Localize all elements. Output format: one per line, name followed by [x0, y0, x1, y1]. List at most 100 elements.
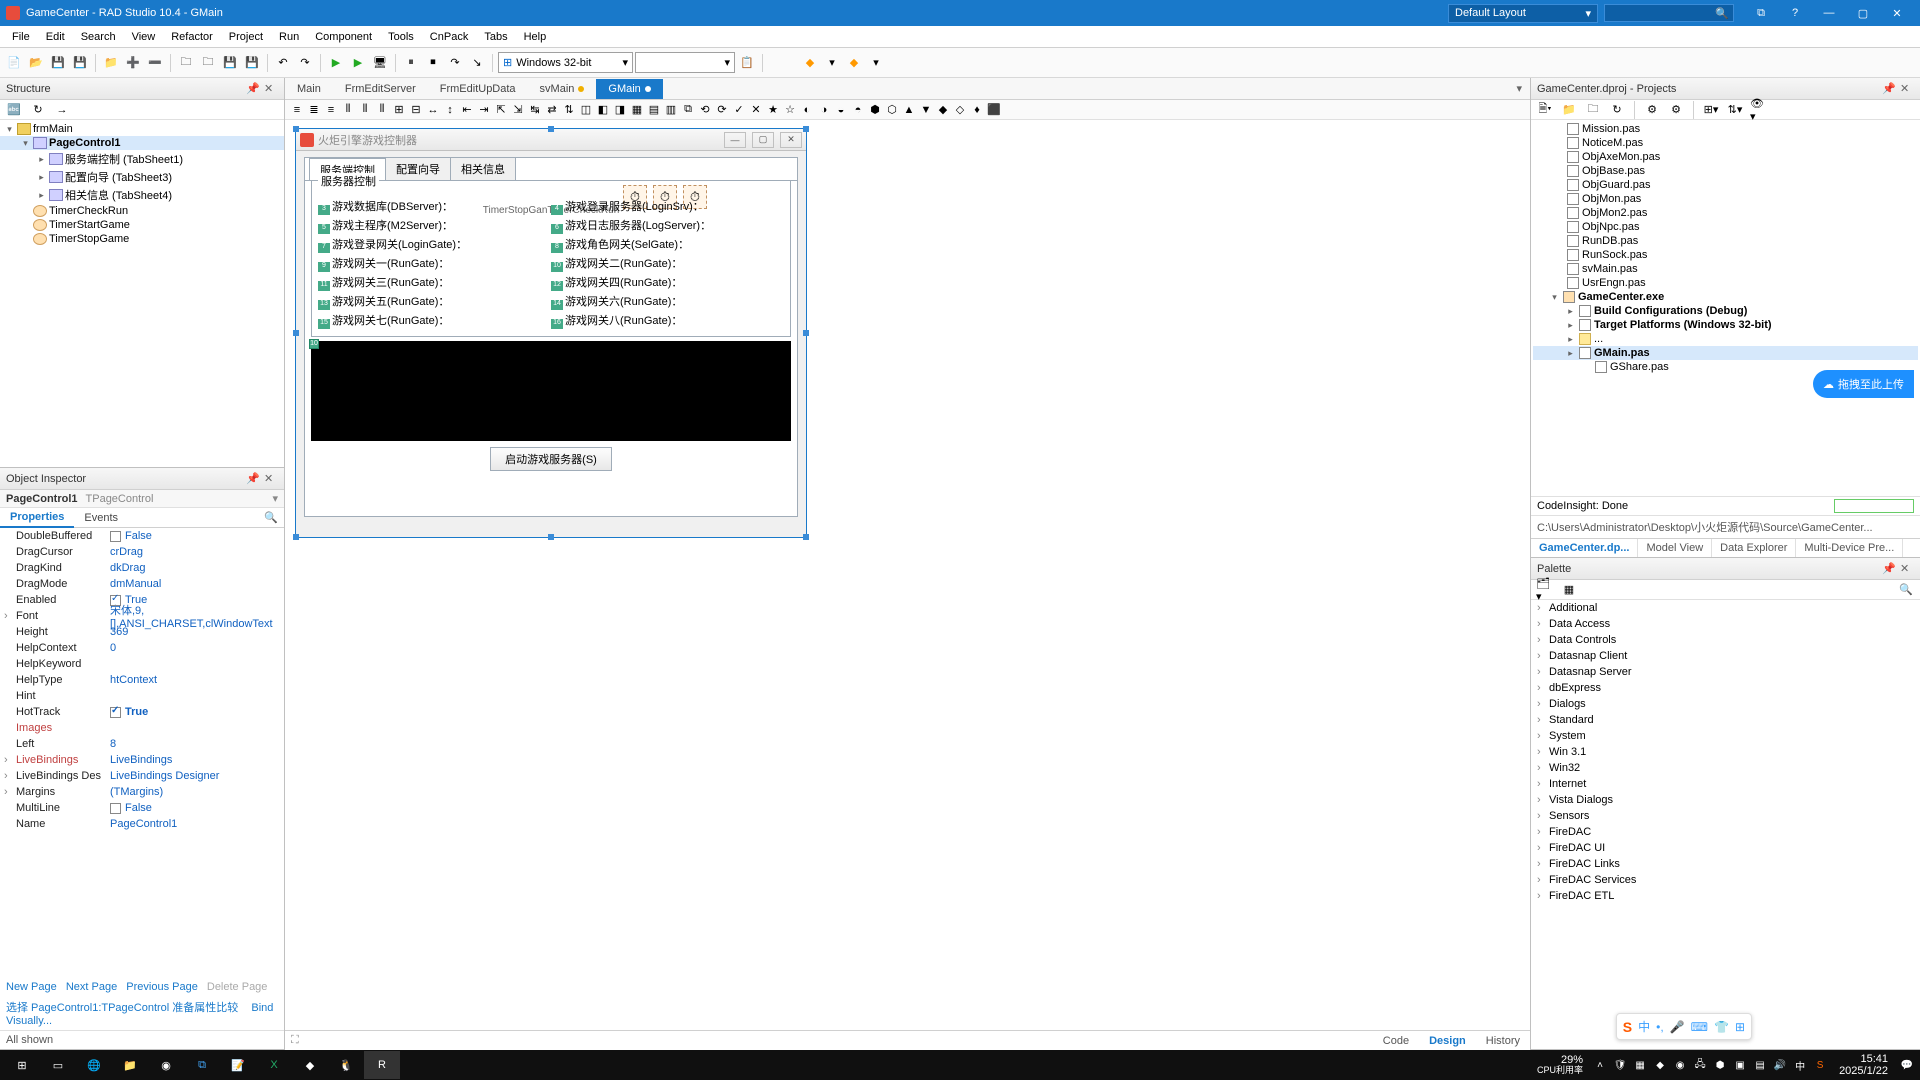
palette-category[interactable]: FireDAC Services	[1531, 872, 1920, 888]
align-tool-icon[interactable]: ⇥	[476, 102, 492, 118]
excel-icon[interactable]: X	[256, 1051, 292, 1079]
align-tool-icon[interactable]: ⫴	[357, 102, 373, 118]
help-icon[interactable]: ?	[1778, 3, 1812, 23]
ime-keyboard-icon[interactable]: ⌨	[1691, 1020, 1708, 1034]
palette-category[interactable]: Datasnap Client	[1531, 648, 1920, 664]
tabsheet4[interactable]: 相关信息	[450, 157, 516, 180]
nav-back-icon[interactable]: ◆	[800, 53, 820, 73]
codeinsight-input[interactable]	[1834, 499, 1914, 513]
align-tool-icon[interactable]: ♦	[969, 102, 985, 118]
tray-app6-icon[interactable]: ▤	[1751, 1056, 1769, 1074]
align-tool-icon[interactable]: ⇅	[561, 102, 577, 118]
align-tool-icon[interactable]: ≡	[323, 102, 339, 118]
proj-remove-icon[interactable]: 🗀	[1583, 100, 1603, 120]
close-icon[interactable]: ✕	[780, 132, 802, 148]
lowtab-model[interactable]: Model View	[1638, 539, 1712, 557]
open-project-icon[interactable]: 📁	[101, 53, 121, 73]
align-tool-icon[interactable]: ◇	[952, 102, 968, 118]
palette-category[interactable]: Win 3.1	[1531, 744, 1920, 760]
menu-tools[interactable]: Tools	[380, 28, 422, 46]
align-tool-icon[interactable]: ◨	[612, 102, 628, 118]
palette-category[interactable]: Win32	[1531, 760, 1920, 776]
tray-app5-icon[interactable]: ▣	[1731, 1056, 1749, 1074]
attach-icon[interactable]: 🖥	[370, 53, 390, 73]
property-list[interactable]: DoubleBufferedFalseDragCursorcrDragDragK…	[0, 528, 284, 978]
align-tool-icon[interactable]: ▼	[918, 102, 934, 118]
ime-skin-icon[interactable]: 👕	[1714, 1020, 1729, 1034]
align-tool-icon[interactable]: ☆	[782, 102, 798, 118]
desktop-icon[interactable]: ⧉	[1744, 3, 1778, 23]
palette-category[interactable]: System	[1531, 728, 1920, 744]
palette-filter-icon[interactable]: ▦	[1559, 580, 1579, 600]
add-file-icon[interactable]: ➕	[123, 53, 143, 73]
proj-new-icon[interactable]: 🗎▾	[1535, 100, 1555, 120]
close-icon[interactable]: ✕	[264, 472, 278, 486]
palette-search-icon[interactable]: 🔍	[1896, 580, 1916, 600]
start-button[interactable]: 启动游戏服务器(S)	[490, 447, 612, 471]
align-tool-icon[interactable]: ◑	[816, 102, 832, 118]
nav-fwd-dd-icon[interactable]: ▾	[866, 53, 886, 73]
pin-icon[interactable]: 📌	[1882, 82, 1896, 96]
menu-tabs[interactable]: Tabs	[476, 28, 515, 46]
chrome-icon[interactable]: ◉	[148, 1051, 184, 1079]
palette-cat-icon[interactable]: 🗂▾	[1535, 580, 1555, 600]
ide-search[interactable]: 🔍	[1604, 4, 1734, 22]
folder2-icon[interactable]: 🗀	[198, 53, 218, 73]
menu-project[interactable]: Project	[221, 28, 271, 46]
memo[interactable]: 10	[311, 341, 791, 441]
palette-category[interactable]: Sensors	[1531, 808, 1920, 824]
search-icon[interactable]: 🔍	[264, 511, 278, 524]
align-tool-icon[interactable]: ✓	[731, 102, 747, 118]
pause-icon[interactable]: ⏸	[401, 53, 421, 73]
lowtab-data[interactable]: Data Explorer	[1712, 539, 1796, 557]
tray-app3-icon[interactable]: ◉	[1671, 1056, 1689, 1074]
undo-icon[interactable]: ↶	[273, 53, 293, 73]
palette-category[interactable]: FireDAC UI	[1531, 840, 1920, 856]
project-tree[interactable]: Mission.pasNoticeM.pasObjAxeMon.pasObjBa…	[1531, 120, 1920, 496]
palette-category[interactable]: FireDAC Links	[1531, 856, 1920, 872]
palette-category[interactable]: Datasnap Server	[1531, 664, 1920, 680]
align-tool-icon[interactable]: ⫴	[340, 102, 356, 118]
align-tool-icon[interactable]: ⇄	[544, 102, 560, 118]
align-tool-icon[interactable]: ≣	[306, 102, 322, 118]
align-tool-icon[interactable]: ⊞	[391, 102, 407, 118]
proj-view-icon[interactable]: 👁▾	[1749, 100, 1769, 120]
align-tool-icon[interactable]: ⇱	[493, 102, 509, 118]
sort-icon[interactable]: 🔤	[4, 100, 24, 120]
notepad-icon[interactable]: 📝	[220, 1051, 256, 1079]
align-tool-icon[interactable]: ◆	[935, 102, 951, 118]
vscode-icon[interactable]: ⧉	[184, 1051, 220, 1079]
link-new-page[interactable]: New Page	[6, 981, 57, 993]
stop-icon[interactable]: ⏹	[423, 53, 443, 73]
layout-selector[interactable]: Default Layout▾	[1448, 4, 1598, 23]
tray-volume-icon[interactable]: 🔊	[1771, 1056, 1789, 1074]
close-icon[interactable]: ✕	[1900, 82, 1914, 96]
edge-icon[interactable]: 🌐	[76, 1051, 112, 1079]
align-tool-icon[interactable]: ◒	[833, 102, 849, 118]
close-icon[interactable]: ✕	[264, 82, 278, 96]
tabs-overflow-icon[interactable]: ▾	[1508, 82, 1530, 95]
run-icon[interactable]: ▶	[326, 53, 346, 73]
tab-frmeditserver[interactable]: FrmEditServer	[333, 79, 428, 99]
minimize-button[interactable]: —	[1812, 3, 1846, 23]
tab-svmain[interactable]: svMain	[528, 79, 597, 99]
menu-view[interactable]: View	[124, 28, 164, 46]
tray-up-icon[interactable]: ˄	[1591, 1056, 1609, 1074]
ime-tool-icon[interactable]: ⊞	[1735, 1020, 1745, 1034]
align-tool-icon[interactable]: ▥	[663, 102, 679, 118]
save3-icon[interactable]: 💾	[242, 53, 262, 73]
palette-categories[interactable]: AdditionalData AccessData ControlsDatasn…	[1531, 600, 1920, 1049]
align-tool-icon[interactable]: ⊟	[408, 102, 424, 118]
palette-category[interactable]: Additional	[1531, 600, 1920, 616]
tabsheet3[interactable]: 配置向导	[385, 157, 451, 180]
link-prev-page[interactable]: Previous Page	[126, 981, 198, 993]
lowtab-multi[interactable]: Multi-Device Pre...	[1796, 539, 1903, 557]
ime-punct-icon[interactable]: •,	[1656, 1020, 1664, 1034]
tray-sogou-icon[interactable]: S	[1811, 1056, 1829, 1074]
groupbox[interactable]: 服务器控制 3游戏数据库(DBServer)：4游戏登录服务器(LoginSrv…	[311, 180, 791, 337]
tab-main[interactable]: Main	[285, 79, 333, 99]
align-tool-icon[interactable]: ⬡	[884, 102, 900, 118]
tab-frmeditupdata[interactable]: FrmEditUpData	[428, 79, 528, 99]
align-tool-icon[interactable]: ◓	[850, 102, 866, 118]
ime-lang-icon[interactable]: 中	[1638, 1018, 1650, 1035]
